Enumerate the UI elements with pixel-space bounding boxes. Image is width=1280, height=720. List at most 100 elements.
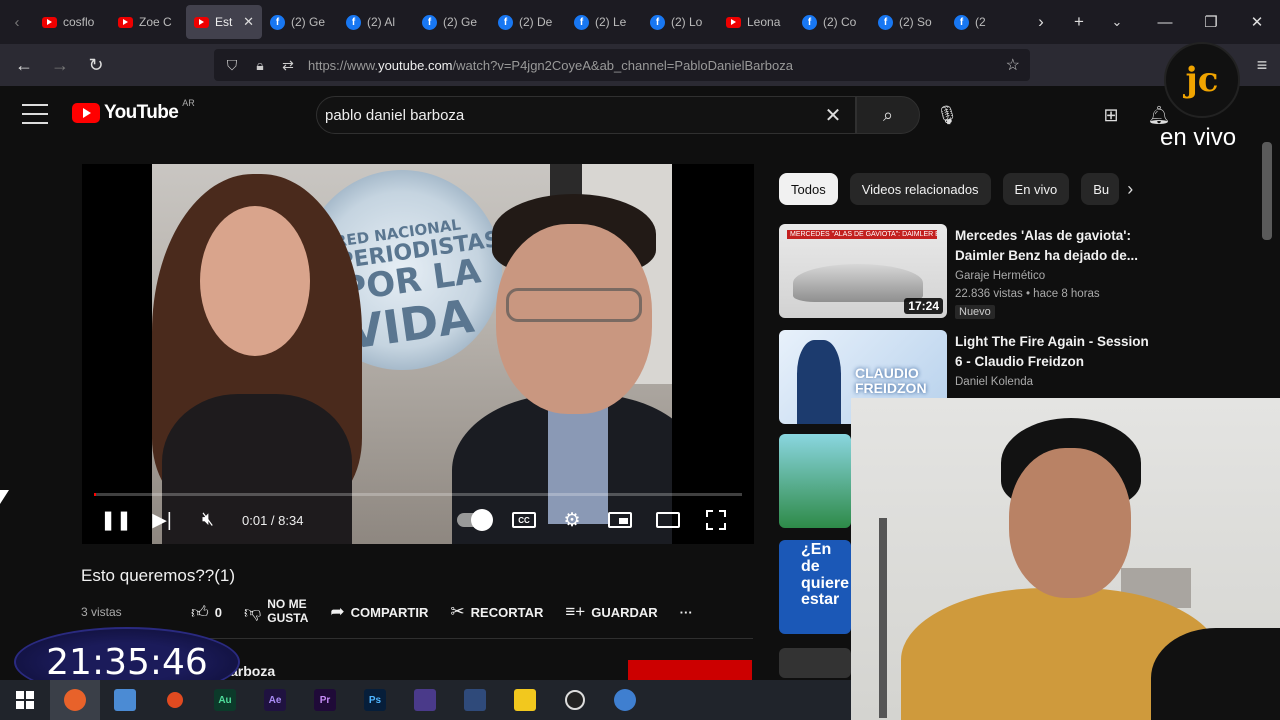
muted-volume-icon[interactable]: 🔇︎ — [184, 502, 232, 538]
related-video-item[interactable]: MERCEDES "ALAS DE GAVIOTA": DAIMLER BENZ… — [779, 224, 1179, 320]
url-text[interactable]: https://www.youtube.com/watch?v=P4jgn2Co… — [308, 58, 793, 73]
video-player[interactable]: RED NACIONAL PERIODISTAS POR LA VIDA ❚❚ … — [82, 164, 754, 544]
taskbar-app-globe[interactable] — [600, 680, 650, 720]
facebook-icon: f — [650, 14, 665, 30]
chip-related-videos[interactable]: Videos relacionados — [849, 173, 991, 205]
fullscreen-icon[interactable] — [698, 502, 734, 538]
close-tab-icon[interactable]: ✕ — [243, 14, 254, 30]
next-video-icon[interactable]: ▶| — [140, 502, 184, 538]
taskbar-firefox[interactable] — [50, 680, 100, 720]
progress-bar[interactable] — [94, 493, 742, 496]
taskbar-sticky-notes[interactable] — [500, 680, 550, 720]
clear-search-icon[interactable]: ✕ — [819, 103, 847, 128]
pause-icon[interactable]: ❚❚ — [92, 502, 140, 538]
new-badge: Nuevo — [955, 305, 995, 319]
country-code: AR — [182, 98, 195, 108]
tab-scroll-left-icon[interactable]: ‹ — [0, 0, 34, 44]
forward-button[interactable]: → — [42, 44, 78, 86]
create-video-icon[interactable]: ⊞ — [1096, 100, 1126, 130]
related-channel[interactable]: Garaje Hermético — [955, 270, 1045, 282]
browser-tab[interactable]: f (2 — [946, 5, 1022, 39]
related-thumbnail[interactable] — [779, 434, 851, 528]
guide-menu-icon[interactable] — [22, 104, 48, 124]
dislike-button[interactable]: 👎︎ NO ME GUSTA — [244, 597, 308, 626]
related-thumbnail[interactable]: MERCEDES "ALAS DE GAVIOTA": DAIMLER BENZ… — [779, 224, 947, 318]
facebook-icon: f — [270, 14, 285, 30]
player-controls-right: CC ⚙ — [454, 502, 754, 538]
more-actions-button[interactable]: ··· — [680, 605, 693, 620]
browser-tab[interactable]: f (2) Lo — [642, 5, 718, 39]
minimize-button[interactable]: — — [1142, 0, 1188, 44]
share-button[interactable]: ➦ COMPARTIR — [330, 602, 428, 622]
list-tabs-chevron-icon[interactable]: ⌄ — [1098, 0, 1136, 44]
start-button[interactable] — [0, 680, 50, 720]
youtube-icon — [118, 16, 133, 28]
browser-tab[interactable]: f (2) Le — [566, 5, 642, 39]
facebook-icon: f — [802, 14, 817, 30]
taskbar-browser-2[interactable] — [150, 680, 200, 720]
chip-live[interactable]: En vivo — [1002, 173, 1070, 205]
taskbar-audition[interactable]: Au — [200, 680, 250, 720]
browser-tab[interactable]: f (2) Ge — [262, 5, 338, 39]
search-box[interactable]: ✕ — [316, 96, 856, 134]
browser-tab[interactable]: Zoe C — [110, 5, 186, 39]
lock-icon[interactable]: 🔒︎ — [252, 57, 268, 74]
maximize-button[interactable]: ❐ — [1188, 0, 1234, 44]
related-thumbnail[interactable] — [779, 648, 851, 678]
related-channel[interactable]: Daniel Kolenda — [955, 376, 1033, 388]
chip-partial[interactable]: Bu — [1081, 173, 1120, 205]
chips-next-chevron-icon[interactable]: › — [1127, 179, 1133, 200]
taskbar-premiere[interactable]: Pr — [300, 680, 350, 720]
theater-mode-icon[interactable] — [650, 502, 686, 538]
browser-tab[interactable]: Est ✕ — [186, 5, 262, 39]
browser-tab[interactable]: f (2) Ge — [414, 5, 490, 39]
app-icon — [464, 689, 486, 711]
close-window-button[interactable]: ✕ — [1234, 0, 1280, 44]
facebook-icon: f — [422, 14, 437, 30]
youtube-logo[interactable]: YouTube AR — [72, 98, 195, 124]
voice-search-mic-icon[interactable]: 🎙︎ — [930, 98, 964, 132]
tab-scroll-right-icon[interactable]: › — [1022, 0, 1060, 44]
browser-tab[interactable]: f (2) Al — [338, 5, 414, 39]
browser-tab[interactable]: f (2) De — [490, 5, 566, 39]
browser-tab[interactable]: f (2) Co — [794, 5, 870, 39]
browser-tab[interactable]: cosflo — [34, 5, 110, 39]
browser-tab[interactable]: f (2) So — [870, 5, 946, 39]
taskbar-explorer[interactable] — [100, 680, 150, 720]
related-title[interactable]: Mercedes 'Alas de gaviota': Daimler Benz… — [955, 226, 1159, 265]
permissions-icon[interactable]: ⇄ — [280, 57, 296, 74]
reload-button[interactable]: ↻ — [78, 44, 114, 86]
browser-tab[interactable]: Leona — [718, 5, 794, 39]
search-button[interactable]: ⌕ — [856, 96, 920, 134]
autoplay-toggle[interactable] — [454, 502, 494, 538]
save-button[interactable]: ≡+ GUARDAR — [565, 602, 657, 622]
tab-label: (2) Le — [595, 15, 627, 29]
chip-all[interactable]: Todos — [779, 173, 838, 205]
after-effects-icon: Ae — [264, 689, 286, 711]
taskbar-obs[interactable] — [550, 680, 600, 720]
page-scrollbar[interactable] — [1262, 142, 1272, 240]
tab-label: (2) So — [899, 15, 932, 29]
related-title[interactable]: Light The Fire Again - Session 6 - Claud… — [955, 332, 1159, 371]
like-button[interactable]: 👍︎ 0 — [191, 602, 222, 623]
related-thumbnail[interactable]: ¿En de quiere estar — [779, 540, 851, 634]
settings-gear-icon[interactable]: ⚙ — [554, 502, 590, 538]
subtitles-icon[interactable]: CC — [506, 502, 542, 538]
address-bar[interactable]: ⛉ 🔒︎ ⇄ https://www.youtube.com/watch?v=P… — [214, 49, 1030, 81]
miniplayer-icon[interactable] — [602, 502, 638, 538]
taskbar-app-blue[interactable] — [450, 680, 500, 720]
obs-icon — [565, 690, 585, 710]
new-tab-button[interactable]: + — [1060, 0, 1098, 44]
back-button[interactable]: ← — [6, 44, 42, 86]
tab-label: (2) Co — [823, 15, 857, 29]
bookmark-star-icon[interactable]: ☆ — [1006, 55, 1020, 75]
taskbar-photoshop[interactable]: Ps — [350, 680, 400, 720]
taskbar-after-effects[interactable]: Ae — [250, 680, 300, 720]
menu-icon[interactable]: ≡ — [1244, 44, 1280, 86]
tab-strip: cosflo Zoe C Est ✕ f (2) Ge f (2) Al f (2) Ge f (2)… — [34, 5, 1022, 39]
shield-icon[interactable]: ⛉ — [224, 57, 240, 74]
taskbar-media-app[interactable] — [400, 680, 450, 720]
clip-button[interactable]: ✂ RECORTAR — [450, 602, 543, 622]
tab-label: (2) De — [519, 15, 553, 29]
search-input[interactable] — [325, 106, 819, 124]
